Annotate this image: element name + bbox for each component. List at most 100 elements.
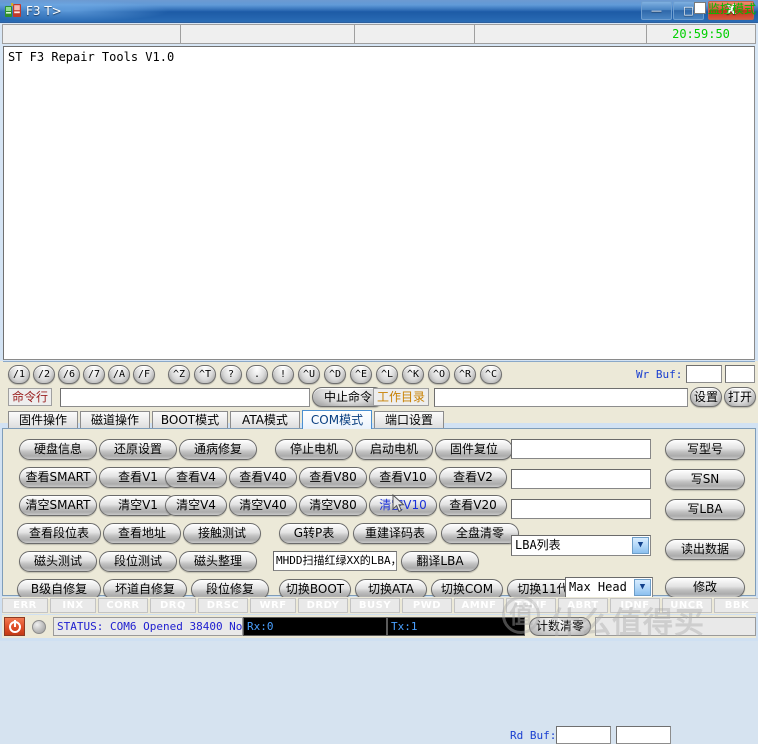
tab-2[interactable]: BOOT模式 (152, 411, 228, 429)
right-action-button-2[interactable]: 写LBA (665, 499, 745, 520)
ctrl-button-r[interactable]: ^R (454, 365, 476, 384)
right-action-button-1[interactable]: 写SN (665, 469, 745, 490)
panel-button-18[interactable]: 清空V10 (369, 495, 437, 516)
panel-button-17[interactable]: 清空V80 (299, 495, 367, 516)
tab-1[interactable]: 磁道操作 (80, 411, 150, 429)
panel-button-29[interactable]: 翻译LBA (401, 551, 479, 572)
panel-button-23[interactable]: G转P表 (279, 523, 349, 544)
panel-button-5[interactable]: 固件复位 (435, 439, 513, 460)
mhdd-scan-input[interactable]: MHDD扫描红绿XX的LBA，F (273, 551, 397, 571)
chevron-down-icon[interactable]: ▼ (632, 537, 649, 554)
panel-button-20[interactable]: 查看段位表 (17, 523, 101, 544)
tab-3[interactable]: ATA模式 (230, 411, 300, 429)
tab-4[interactable]: COM模式 (302, 410, 372, 429)
ctrl-button-t[interactable]: ^T (194, 365, 216, 384)
right-action-button-4[interactable]: 修改 (665, 577, 745, 598)
panel-button-3[interactable]: 停止电机 (275, 439, 353, 460)
panel-button-6[interactable]: 查看SMART (19, 467, 97, 488)
rd-buf-input-2[interactable] (616, 726, 671, 744)
panel-button-10[interactable]: 查看V80 (299, 467, 367, 488)
panel-button-0[interactable]: 硬盘信息 (19, 439, 97, 460)
panel-button-4[interactable]: 启动电机 (355, 439, 433, 460)
panel-button-9[interactable]: 查看V40 (229, 467, 297, 488)
cmdline-label: 命令行 (8, 388, 53, 406)
right-input-0[interactable] (511, 439, 651, 459)
panel-button-21[interactable]: 查看地址 (103, 523, 181, 544)
slash-button-f[interactable]: /F (133, 365, 155, 384)
ctrl-button-[interactable]: . (246, 365, 268, 384)
panel-button-11[interactable]: 查看V10 (369, 467, 437, 488)
panel-button-25[interactable]: 全盘清零 (441, 523, 519, 544)
panel-button-22[interactable]: 接触测试 (183, 523, 261, 544)
info-cell-3 (354, 24, 474, 44)
ctrl-button-c[interactable]: ^C (480, 365, 502, 384)
panel-button-1[interactable]: 还原设置 (99, 439, 177, 460)
ctrl-button-[interactable]: ! (272, 365, 294, 384)
slash-button-1[interactable]: /1 (8, 365, 30, 384)
monitor-mode-box[interactable] (693, 2, 706, 14)
panel-button-12[interactable]: 查看V2 (439, 467, 507, 488)
panel-button-27[interactable]: 段位测试 (99, 551, 177, 572)
open-button[interactable]: 打开 (724, 387, 756, 407)
panel-button-26[interactable]: 磁头测试 (19, 551, 97, 572)
ctrl-button-k[interactable]: ^K (402, 365, 424, 384)
panel-button-2[interactable]: 通病修复 (179, 439, 257, 460)
minimize-button[interactable]: — (641, 1, 672, 20)
flag-busy: BUSY (350, 598, 400, 613)
info-strip: 20:59:50 (2, 24, 756, 44)
clock-display: 20:59:50 (646, 24, 756, 44)
status-bar: STATUS: COM6 Opened 38400 Nor Rx:0 Tx:1 … (2, 615, 756, 638)
max-head-combo[interactable]: Max Head ▼ (565, 577, 653, 598)
ctrl-button-e[interactable]: ^E (350, 365, 372, 384)
slash-button-2[interactable]: /2 (33, 365, 55, 384)
panel-button-28[interactable]: 磁头整理 (179, 551, 257, 572)
right-input-2[interactable] (511, 499, 651, 519)
panel-button-8[interactable]: 查看V4 (165, 467, 227, 488)
settings-button[interactable]: 设置 (690, 387, 722, 407)
flag-amnf: AMNF (454, 598, 504, 613)
ctrl-button-z[interactable]: ^Z (168, 365, 190, 384)
cmdline-input[interactable] (60, 388, 310, 407)
wr-buf-label: Wr Buf: (636, 368, 683, 381)
tab-strip: 固件操作 磁道操作 BOOT模式 ATA模式 COM模式 端口设置 (2, 410, 756, 429)
rd-buf-label: Rd Buf: (510, 729, 557, 742)
slash-button-a[interactable]: /A (108, 365, 130, 384)
clear-counters-button[interactable]: 计数清零 (529, 617, 592, 636)
rd-buf-input-1[interactable] (556, 726, 611, 744)
right-action-button-0[interactable]: 写型号 (665, 439, 745, 460)
slash-button-6[interactable]: /6 (58, 365, 80, 384)
panel-button-19[interactable]: 查看V20 (439, 495, 507, 516)
panel-button-24[interactable]: 重建译码表 (353, 523, 437, 544)
power-led-icon[interactable] (4, 617, 25, 636)
slash-button-7[interactable]: /7 (83, 365, 105, 384)
activity-led-icon (32, 619, 46, 634)
right-action-button-3[interactable]: 读出数据 (665, 539, 745, 560)
com-mode-panel: 硬盘信息 还原设置 通病修复 停止电机 启动电机 固件复位 查看SMART 查看V1 查看V4 查… (2, 428, 756, 600)
lba-list-combo[interactable]: LBA列表 ▼ (511, 535, 651, 556)
tab-0[interactable]: 固件操作 (8, 411, 78, 429)
panel-button-16[interactable]: 清空V40 (229, 495, 297, 516)
chevron-down-icon[interactable]: ▼ (634, 579, 651, 596)
workdir-input[interactable] (434, 388, 688, 407)
ctrl-button-u[interactable]: ^U (298, 365, 320, 384)
rx-counter: Rx:0 (243, 617, 387, 636)
wr-buf-input-1[interactable] (686, 365, 722, 383)
flag-idnf: IDNF (610, 598, 660, 613)
ctrl-button-l[interactable]: ^L (376, 365, 398, 384)
ctrl-button-d[interactable]: ^D (324, 365, 346, 384)
console-output[interactable]: ST F3 Repair Tools V1.0 (3, 46, 755, 360)
right-input-1[interactable] (511, 469, 651, 489)
workdir-label[interactable]: 工作目录 (373, 388, 430, 406)
hdd-tool-icon (5, 3, 21, 17)
wr-buf-input-2[interactable] (725, 365, 755, 383)
ctrl-button-o[interactable]: ^O (428, 365, 450, 384)
panel-button-13[interactable]: 清空SMART (19, 495, 97, 516)
ctrl-button-[interactable]: ? (220, 365, 242, 384)
flag-corr: CORR (98, 598, 148, 613)
monitor-mode-checkbox[interactable]: 监控模式 (693, 0, 756, 16)
flag-err: ERR (2, 598, 48, 613)
tab-5[interactable]: 端口设置 (374, 411, 444, 429)
panel-button-15[interactable]: 清空V4 (165, 495, 227, 516)
drive-status-flags: ERR INX CORR DRQ DRSC WRF DRDY BUSY PWD AMNF TONF A… (2, 597, 758, 614)
flag-drdy: DRDY (298, 598, 348, 613)
